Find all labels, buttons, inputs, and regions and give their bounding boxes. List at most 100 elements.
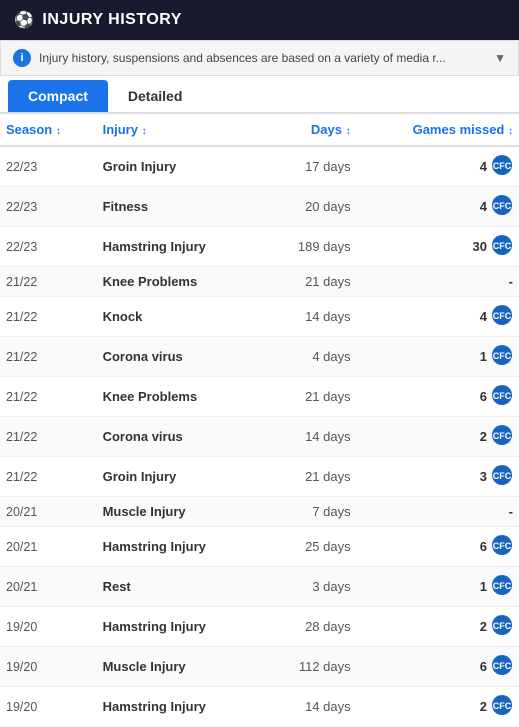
cell-season: 20/21 <box>0 497 97 527</box>
cell-injury: Fitness <box>97 187 264 227</box>
team-badge-icon: CFC <box>491 694 513 719</box>
team-badge-icon: CFC <box>491 464 513 489</box>
games-value: - <box>509 504 513 519</box>
cell-games-missed: 6 CFC <box>357 527 519 567</box>
cell-injury: Muscle Injury <box>97 497 264 527</box>
svg-text:CFC: CFC <box>493 391 512 401</box>
svg-text:CFC: CFC <box>493 471 512 481</box>
cell-season: 21/22 <box>0 417 97 457</box>
svg-text:CFC: CFC <box>493 431 512 441</box>
tab-compact[interactable]: Compact <box>8 80 108 112</box>
table-row: 20/21Rest3 days1 CFC <box>0 567 519 607</box>
team-badge-icon: CFC <box>491 384 513 409</box>
cell-games-missed: 30 CFC <box>357 227 519 267</box>
table-row: 20/21Hamstring Injury25 days6 CFC <box>0 527 519 567</box>
sort-games-icon: ↕ <box>508 126 513 137</box>
tab-detailed[interactable]: Detailed <box>108 80 202 112</box>
cell-injury: Knee Problems <box>97 377 264 417</box>
sort-days-icon: ↕ <box>346 126 351 137</box>
table-row: 22/23Fitness20 days4 CFC <box>0 187 519 227</box>
cell-days: 4 days <box>263 337 357 377</box>
cell-days: 25 days <box>263 527 357 567</box>
cell-games-missed: 2 CFC <box>357 607 519 647</box>
cell-games-missed: 1 CFC <box>357 567 519 607</box>
sort-injury-icon: ↕ <box>142 126 147 137</box>
team-badge-icon: CFC <box>491 154 513 179</box>
cell-days: 14 days <box>263 687 357 727</box>
cell-games-missed: - <box>357 497 519 527</box>
svg-text:CFC: CFC <box>493 581 512 591</box>
cell-days: 14 days <box>263 417 357 457</box>
games-value: 6 <box>480 659 487 674</box>
team-badge-icon: CFC <box>491 344 513 369</box>
col-injury[interactable]: Injury ↕ <box>97 114 264 146</box>
table-row: 21/22Knock14 days4 CFC <box>0 297 519 337</box>
games-value: 1 <box>480 349 487 364</box>
games-value: 3 <box>480 469 487 484</box>
team-badge-icon: CFC <box>491 534 513 559</box>
cell-days: 3 days <box>263 567 357 607</box>
games-value: 6 <box>480 389 487 404</box>
cell-days: 14 days <box>263 297 357 337</box>
games-value: 2 <box>480 619 487 634</box>
injury-table: Season ↕ Injury ↕ Days ↕ Games missed ↕ <box>0 114 519 727</box>
cell-season: 21/22 <box>0 457 97 497</box>
cell-games-missed: 6 CFC <box>357 377 519 417</box>
cell-season: 21/22 <box>0 337 97 377</box>
cell-season: 19/20 <box>0 607 97 647</box>
cell-games-missed: 4 CFC <box>357 297 519 337</box>
cell-days: 20 days <box>263 187 357 227</box>
cell-injury: Rest <box>97 567 264 607</box>
cell-days: 112 days <box>263 647 357 687</box>
svg-text:CFC: CFC <box>493 201 512 211</box>
cell-injury: Corona virus <box>97 337 264 377</box>
svg-text:CFC: CFC <box>493 311 512 321</box>
games-value: 4 <box>480 309 487 324</box>
games-value: 6 <box>480 539 487 554</box>
cell-season: 21/22 <box>0 267 97 297</box>
cell-days: 21 days <box>263 377 357 417</box>
games-value: - <box>509 274 513 289</box>
cell-injury: Knee Problems <box>97 267 264 297</box>
table-row: 21/22Knee Problems21 days- <box>0 267 519 297</box>
tabs-container: Compact Detailed <box>0 80 519 114</box>
svg-text:CFC: CFC <box>493 241 512 251</box>
info-dropdown-arrow[interactable]: ▼ <box>494 51 506 65</box>
svg-text:CFC: CFC <box>493 701 512 711</box>
team-badge-icon: CFC <box>491 304 513 329</box>
table-row: 22/23Hamstring Injury189 days30 CFC <box>0 227 519 267</box>
injury-table-container: Season ↕ Injury ↕ Days ↕ Games missed ↕ <box>0 114 519 727</box>
cell-injury: Hamstring Injury <box>97 687 264 727</box>
cell-games-missed: 6 CFC <box>357 647 519 687</box>
col-season[interactable]: Season ↕ <box>0 114 97 146</box>
table-header-row: Season ↕ Injury ↕ Days ↕ Games missed ↕ <box>0 114 519 146</box>
cell-days: 7 days <box>263 497 357 527</box>
cell-injury: Knock <box>97 297 264 337</box>
games-value: 30 <box>473 239 487 254</box>
cell-season: 22/23 <box>0 187 97 227</box>
team-badge-icon: CFC <box>491 654 513 679</box>
cell-games-missed: 4 CFC <box>357 187 519 227</box>
cell-season: 20/21 <box>0 567 97 607</box>
col-days[interactable]: Days ↕ <box>263 114 357 146</box>
games-value: 2 <box>480 429 487 444</box>
info-bar: i Injury history, suspensions and absenc… <box>0 40 519 76</box>
injury-history-widget: ⚽ INJURY HISTORY i Injury history, suspe… <box>0 0 519 727</box>
table-row: 21/22Groin Injury21 days3 CFC <box>0 457 519 497</box>
col-games-missed[interactable]: Games missed ↕ <box>357 114 519 146</box>
cell-injury: Corona virus <box>97 417 264 457</box>
cell-days: 17 days <box>263 146 357 187</box>
team-badge-icon: CFC <box>491 574 513 599</box>
sort-season-icon: ↕ <box>56 126 61 137</box>
cell-season: 21/22 <box>0 377 97 417</box>
cell-season: 19/20 <box>0 647 97 687</box>
games-value: 4 <box>480 199 487 214</box>
cell-days: 28 days <box>263 607 357 647</box>
table-row: 19/20Hamstring Injury28 days2 CFC <box>0 607 519 647</box>
table-row: 19/20Muscle Injury112 days6 CFC <box>0 647 519 687</box>
cell-days: 21 days <box>263 457 357 497</box>
info-icon: i <box>13 49 31 67</box>
cell-season: 19/20 <box>0 687 97 727</box>
cell-season: 22/23 <box>0 227 97 267</box>
cell-injury: Muscle Injury <box>97 647 264 687</box>
